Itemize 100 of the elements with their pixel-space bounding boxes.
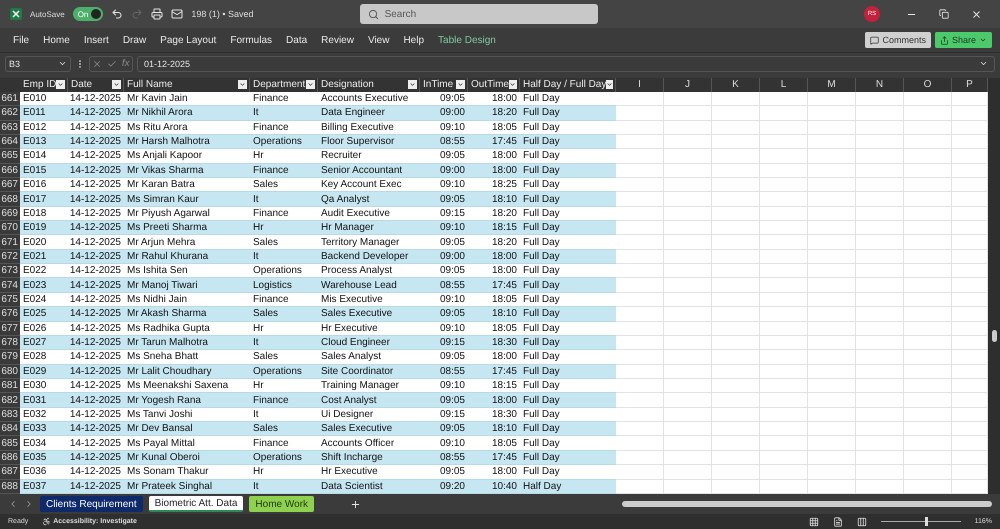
mail-icon[interactable]	[171, 8, 184, 20]
share-button[interactable]: Share	[934, 32, 992, 48]
filter-button[interactable]	[606, 80, 614, 90]
table-cell: Senior Accountant	[318, 164, 420, 178]
column-letter[interactable]: M	[808, 78, 856, 92]
ribbon-tab[interactable]: Help	[396, 34, 432, 46]
close-icon[interactable]	[971, 8, 982, 20]
table-cell: Finance	[250, 436, 318, 451]
row-number[interactable]: 668	[0, 192, 20, 207]
empty-cell	[808, 264, 856, 278]
ribbon-tab[interactable]: Data	[279, 34, 314, 46]
ribbon-tab[interactable]: Insert	[76, 34, 116, 46]
add-sheet-icon[interactable]	[350, 498, 362, 510]
row-number[interactable]: 677	[0, 322, 20, 336]
table-cell: Full Day	[520, 336, 616, 350]
filter-button[interactable]	[306, 80, 315, 90]
formula-field[interactable]: 01-12-2025	[137, 56, 995, 72]
row-number[interactable]: 672	[0, 250, 20, 264]
ribbon-tab[interactable]: Formulas	[223, 34, 280, 46]
page-break-icon[interactable]	[856, 516, 867, 526]
search-field[interactable]: Search	[360, 4, 598, 24]
row-number[interactable]: 670	[0, 221, 20, 236]
row-number[interactable]: 682	[0, 393, 20, 408]
ribbon-tab[interactable]: View	[360, 34, 396, 46]
row-number[interactable]: 665	[0, 149, 20, 164]
row-number[interactable]: 661	[0, 92, 20, 106]
sheet-tab[interactable]: Home Work	[249, 496, 314, 512]
row-number[interactable]: 664	[0, 134, 20, 150]
ribbon-tab[interactable]: Table Design	[431, 34, 503, 46]
filter-button[interactable]	[56, 80, 65, 90]
table-cell: E012	[20, 120, 68, 135]
table-cell: Mr Karan Batra	[124, 178, 250, 192]
filter-button[interactable]	[112, 80, 121, 90]
row-number[interactable]: 683	[0, 408, 20, 422]
empty-cell	[856, 235, 904, 250]
table-cell: Operations	[250, 264, 318, 278]
scroll-thumb[interactable]	[992, 330, 996, 342]
table-cell: 09:05	[420, 422, 468, 436]
row-number[interactable]: 663	[0, 120, 20, 135]
row-number[interactable]: 674	[0, 278, 20, 293]
table-cell: Full Day	[520, 92, 616, 106]
row-number[interactable]: 675	[0, 292, 20, 308]
undo-icon[interactable]	[111, 8, 124, 20]
row-number[interactable]: 662	[0, 106, 20, 121]
row-number[interactable]: 669	[0, 206, 20, 222]
column-letter[interactable]: J	[664, 78, 712, 92]
cancel-icon[interactable]	[92, 58, 102, 68]
row-number[interactable]: 666	[0, 164, 20, 178]
name-box[interactable]: B3	[5, 56, 71, 72]
row-number[interactable]: 685	[0, 436, 20, 451]
row-number[interactable]: 676	[0, 307, 20, 322]
comments-button[interactable]: Comments	[865, 32, 931, 48]
sheet-tab[interactable]: Biometric Att. Data	[148, 496, 244, 512]
filter-button[interactable]	[508, 80, 517, 90]
filter-button[interactable]	[408, 80, 417, 90]
table-cell: Finance	[250, 206, 318, 222]
zoom-thumb[interactable]	[924, 517, 928, 526]
table-cell: Full Day	[520, 264, 616, 278]
column-letter[interactable]: I	[616, 78, 664, 92]
row-number[interactable]: 686	[0, 450, 20, 466]
empty-cell	[664, 364, 712, 379]
column-letter[interactable]: N	[856, 78, 904, 92]
filter-button[interactable]	[456, 80, 465, 90]
ribbon-tab[interactable]: Home	[36, 34, 77, 46]
row-number[interactable]: 673	[0, 264, 20, 278]
empty-cell	[712, 149, 760, 164]
row-number[interactable]: 684	[0, 422, 20, 436]
row-number[interactable]: 680	[0, 364, 20, 379]
row-number[interactable]: 687	[0, 465, 20, 480]
ribbon-tab[interactable]: File	[6, 34, 36, 46]
column-letter[interactable]: K	[712, 78, 760, 92]
printer-icon[interactable]	[151, 8, 164, 20]
row-number[interactable]: 667	[0, 178, 20, 192]
check-icon[interactable]	[107, 58, 118, 68]
column-letter[interactable]: O	[904, 78, 952, 92]
normal-view-icon[interactable]	[808, 516, 819, 526]
restore-icon[interactable]	[939, 8, 949, 18]
row-number[interactable]: 671	[0, 235, 20, 250]
horizontal-scrollbar[interactable]	[622, 501, 992, 507]
ribbon-tab[interactable]: Review	[314, 34, 361, 46]
empty-cell	[760, 322, 808, 336]
filter-button[interactable]	[238, 80, 247, 90]
table-cell: Full Day	[520, 235, 616, 250]
empty-cell	[664, 164, 712, 178]
row-number[interactable]: 679	[0, 350, 20, 365]
empty-cell	[808, 221, 856, 236]
vertical-scrollbar[interactable]	[988, 78, 1000, 494]
row-number[interactable]: 681	[0, 379, 20, 394]
expand-icon[interactable]	[979, 59, 988, 68]
empty-cell	[904, 250, 952, 264]
empty-cell	[904, 408, 952, 422]
file-title[interactable]: 198 (1) • Saved	[191, 9, 254, 19]
page-layout-icon[interactable]	[832, 516, 843, 526]
empty-cell	[904, 164, 952, 178]
ribbon-tab[interactable]: Page Layout	[153, 34, 224, 46]
row-number[interactable]: 678	[0, 336, 20, 350]
row-number[interactable]: 688	[0, 480, 20, 494]
sheet-tab[interactable]: Clients Requirement	[40, 496, 143, 512]
column-letter[interactable]: L	[760, 78, 808, 92]
ribbon-tab[interactable]: Draw	[116, 34, 154, 46]
